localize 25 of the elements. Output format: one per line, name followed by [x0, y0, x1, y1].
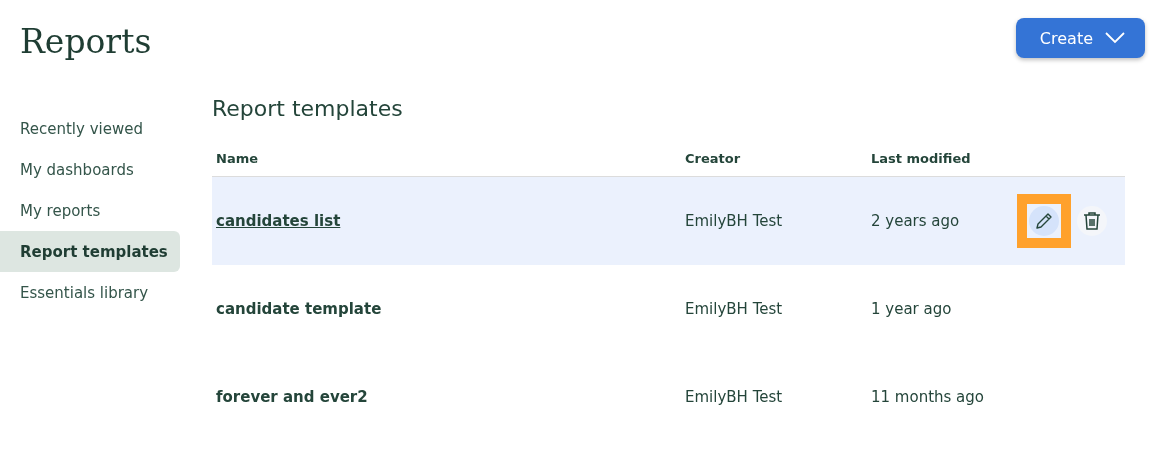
- edit-button[interactable]: [1029, 206, 1059, 236]
- table-cell-text: EmilyBH Test: [685, 388, 784, 406]
- delete-button[interactable]: [1077, 206, 1107, 236]
- pencil-icon: [1035, 212, 1053, 230]
- create-button[interactable]: Create: [1015, 18, 1145, 58]
- section-title: Report templates: [212, 96, 404, 121]
- table-cell-text: 1 year ago: [871, 300, 953, 318]
- column-header: Creator: [685, 151, 742, 166]
- sidebar-item[interactable]: Essentials library: [0, 272, 180, 313]
- page-title: Reports: [20, 21, 152, 61]
- trash-icon: [1083, 211, 1101, 231]
- table-cell-text: 2 years ago: [871, 212, 961, 230]
- sidebar-item[interactable]: My dashboards: [0, 149, 180, 190]
- chevron-down-icon: [1105, 32, 1125, 44]
- sidebar-item[interactable]: Recently viewed: [0, 108, 180, 149]
- table-cell-text: EmilyBH Test: [685, 212, 784, 230]
- sidebar-item[interactable]: My reports: [0, 190, 180, 231]
- report-name-link[interactable]: candidates list: [216, 212, 341, 230]
- report-name-link[interactable]: candidate template: [216, 300, 382, 318]
- column-header: Last modified: [871, 151, 972, 166]
- table-cell-text: EmilyBH Test: [685, 300, 784, 318]
- sidebar-item[interactable]: Report templates: [0, 231, 180, 272]
- table-cell-text: 11 months ago: [871, 388, 985, 406]
- report-name-link[interactable]: forever and ever2: [216, 388, 368, 406]
- column-header: Name: [216, 151, 259, 166]
